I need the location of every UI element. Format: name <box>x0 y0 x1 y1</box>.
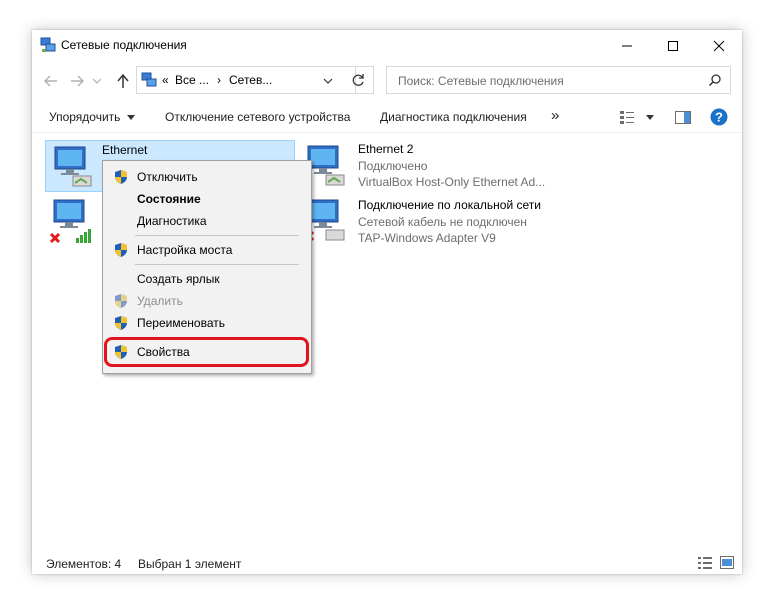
menu-label: Состояние <box>137 192 201 206</box>
back-button[interactable] <box>41 72 61 90</box>
item-count: Элементов: 4 <box>46 557 122 571</box>
disable-device-button[interactable]: Отключение сетевого устройства <box>165 110 350 124</box>
menu-separator <box>135 235 299 236</box>
maximize-icon <box>668 40 678 51</box>
properties-highlight <box>104 337 309 367</box>
change-view-icon[interactable] <box>620 111 634 124</box>
organize-label: Упорядочить <box>49 110 121 124</box>
uac-shield-icon <box>115 243 127 257</box>
view-dropdown-icon[interactable] <box>646 115 654 120</box>
connection-name: Ethernet <box>102 143 148 157</box>
address-prefix: « <box>162 73 169 87</box>
command-toolbar: Упорядочить Отключение сетевого устройст… <box>32 102 742 133</box>
address-bar-row: « Все ... › Сетев... Поиск: Сетевые подк… <box>32 66 742 96</box>
large-icons-view-icon[interactable] <box>720 556 734 569</box>
connection-name: Подключение по локальной сети <box>358 198 541 212</box>
diagnose-connection-button[interactable]: Диагностика подключения <box>380 110 527 124</box>
menu-item-status[interactable]: Состояние <box>103 188 311 210</box>
minimize-icon <box>622 45 632 46</box>
network-folder-icon <box>141 72 157 87</box>
menu-item-rename[interactable]: Переименовать <box>103 312 311 334</box>
chevron-down-icon <box>92 78 102 84</box>
connection-adapter: TAP-Windows Adapter V9 <box>358 231 496 245</box>
network-connections-icon <box>40 37 56 52</box>
uac-shield-icon <box>115 294 127 308</box>
forward-arrow-icon <box>71 75 84 87</box>
menu-item-disable[interactable]: Отключить <box>103 166 311 188</box>
status-bar: Элементов: 4 Выбран 1 элемент <box>32 550 742 574</box>
svg-text:?: ? <box>715 110 723 125</box>
refresh-button[interactable] <box>343 66 374 94</box>
menu-item-diagnose[interactable]: Диагностика <box>103 210 311 232</box>
menu-label: Настройка моста <box>137 243 233 257</box>
menu-item-bridge[interactable]: Настройка моста <box>103 239 311 261</box>
up-arrow-icon <box>117 73 129 88</box>
breadcrumb-network[interactable]: Сетев... <box>229 73 272 87</box>
address-field[interactable]: « Все ... › Сетев... <box>136 66 356 94</box>
connection-item-local-area[interactable]: Подключение по локальной сети Сетевой ка… <box>302 196 602 248</box>
preview-pane-icon[interactable] <box>675 111 691 124</box>
recent-locations-button[interactable] <box>90 72 104 90</box>
organize-dropdown-icon <box>127 115 135 120</box>
menu-item-delete[interactable]: Удалить <box>103 290 311 312</box>
minimize-button[interactable] <box>604 30 650 61</box>
window-title: Сетевые подключения <box>61 38 187 52</box>
selection-count: Выбран 1 элемент <box>138 557 242 571</box>
refresh-icon <box>352 74 364 86</box>
connection-adapter: VirtualBox Host-Only Ethernet Ad... <box>358 175 546 189</box>
address-dropdown-icon[interactable] <box>323 77 333 85</box>
title-bar: Сетевые подключения <box>32 30 742 61</box>
menu-separator <box>135 264 299 265</box>
search-icon <box>708 74 721 87</box>
help-icon[interactable]: ? <box>710 108 728 126</box>
more-commands-button[interactable]: » <box>551 107 559 124</box>
organize-button[interactable]: Упорядочить <box>49 110 120 124</box>
up-button[interactable] <box>113 72 133 90</box>
menu-label: Переименовать <box>137 316 225 330</box>
uac-shield-icon <box>115 316 127 330</box>
uac-shield-icon <box>115 170 127 184</box>
connection-item-ethernet-2[interactable]: Ethernet 2 Подключено VirtualBox Host-On… <box>302 140 602 192</box>
connection-status: Сетевой кабель не подключен <box>358 215 527 229</box>
details-view-icon[interactable] <box>698 557 712 569</box>
menu-label: Диагностика <box>137 214 207 228</box>
menu-item-create-shortcut[interactable]: Создать ярлык <box>103 268 311 290</box>
close-button[interactable] <box>696 30 742 61</box>
menu-label: Удалить <box>137 294 183 308</box>
wireless-adapter-icon <box>49 199 91 244</box>
close-icon <box>713 40 725 51</box>
connection-status: Подключено <box>358 159 428 173</box>
breadcrumb-all[interactable]: Все ... <box>175 73 209 87</box>
back-arrow-icon <box>44 75 57 87</box>
maximize-button[interactable] <box>650 30 696 61</box>
connection-name: Ethernet 2 <box>358 142 414 156</box>
network-adapter-icon <box>54 146 92 187</box>
menu-label: Создать ярлык <box>137 272 220 286</box>
breadcrumb-separator: › <box>217 73 221 87</box>
forward-button[interactable] <box>67 72 87 90</box>
search-box[interactable]: Поиск: Сетевые подключения <box>386 66 731 94</box>
menu-label: Отключить <box>137 170 198 184</box>
search-placeholder: Поиск: Сетевые подключения <box>398 74 564 88</box>
